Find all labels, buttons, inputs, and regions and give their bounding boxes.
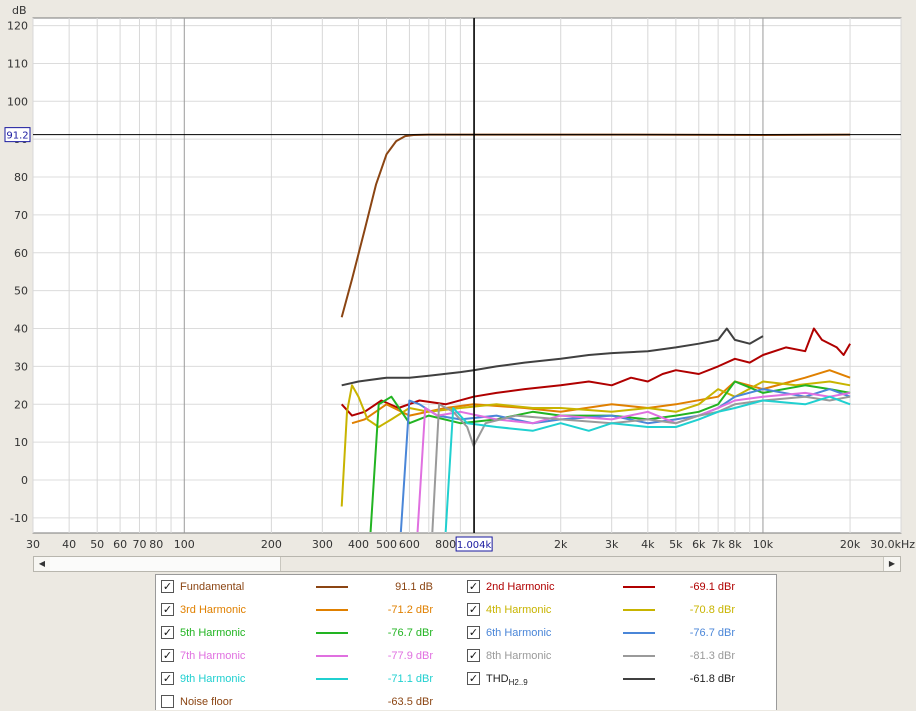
x-tick-label: 7k	[711, 538, 725, 551]
x-tick-label: 500	[376, 538, 397, 551]
legend-label: Noise floor	[180, 696, 233, 708]
x-tick-label: 60	[113, 538, 127, 551]
horizontal-scrollbar[interactable]: ◀ ▶	[33, 556, 901, 572]
x-tick-label: 5k	[669, 538, 683, 551]
legend-item-7th-harmonic[interactable]: ✓ 7th Harmonic -77.9 dBr	[161, 647, 461, 665]
legend-value: -63.5 dBr	[387, 696, 433, 708]
scroll-left-arrow-icon[interactable]: ◀	[34, 557, 51, 571]
legend-label: 3rd Harmonic	[180, 604, 247, 616]
legend-label: 5th Harmonic	[180, 627, 246, 639]
x-tick-label: 30	[26, 538, 40, 551]
scroll-thumb[interactable]	[50, 557, 281, 571]
y-axis-unit: dB	[12, 4, 27, 17]
y-tick-label: 70	[14, 209, 28, 222]
legend-value: -77.9 dBr	[387, 650, 433, 662]
legend-label: 9th Harmonic	[180, 673, 246, 685]
legend-label: THDH2..9	[486, 673, 528, 687]
distortion-chart[interactable]: -100102030405060708090100110120 30405060…	[0, 0, 916, 556]
y-tick-label: 20	[14, 398, 28, 411]
x-tick-label: 200	[261, 538, 282, 551]
x-tick-label: 10k	[753, 538, 774, 551]
y-tick-label: 50	[14, 285, 28, 298]
checkbox[interactable]: ✓	[161, 603, 174, 616]
x-tick-label: 20k	[840, 538, 861, 551]
legend-item-fundamental[interactable]: ✓ Fundamental 91.1 dB	[161, 578, 461, 596]
y-tick-label: 120	[7, 20, 28, 33]
cursor-y-readout: 91.2	[6, 131, 28, 142]
cursor-x-readout: 1.004k	[457, 540, 492, 551]
y-tick-label: -10	[10, 512, 28, 525]
legend-value: -70.8 dBr	[689, 604, 735, 616]
legend-item-thd[interactable]: ✓ THDH2..9 -61.8 dBr	[467, 670, 767, 688]
legend-value: -69.1 dBr	[689, 581, 735, 593]
x-tick-label: 600	[399, 538, 420, 551]
x-tick-label: 40	[62, 538, 76, 551]
x-tick-label: 400	[348, 538, 369, 551]
x-tick-label: 4k	[641, 538, 655, 551]
checkbox[interactable]: ✓	[467, 672, 480, 685]
x-tick-label: 6k	[692, 538, 706, 551]
x-axis-unit-label: 30.0kHz	[870, 538, 915, 551]
legend-item-9th-harmonic[interactable]: ✓ 9th Harmonic -71.1 dBr	[161, 670, 461, 688]
legend-item-5th-harmonic[interactable]: ✓ 5th Harmonic -76.7 dBr	[161, 624, 461, 642]
y-tick-label: 80	[14, 171, 28, 184]
legend-value: -81.3 dBr	[689, 650, 735, 662]
checkbox[interactable]: ✓	[161, 649, 174, 662]
checkbox[interactable]: ✓	[467, 626, 480, 639]
x-tick-label: 3k	[605, 538, 619, 551]
checkbox[interactable]: ✓	[161, 580, 174, 593]
y-tick-label: 10	[14, 436, 28, 449]
thd-subscript: H2..9	[508, 678, 528, 688]
legend-item-2nd-harmonic[interactable]: ✓ 2nd Harmonic -69.1 dBr	[467, 578, 767, 596]
y-tick-label: 60	[14, 247, 28, 260]
legend-value: -71.1 dBr	[387, 673, 433, 685]
legend-item-6th-harmonic[interactable]: ✓ 6th Harmonic -76.7 dBr	[467, 624, 767, 642]
legend-panel: ✓ Fundamental 91.1 dB ✓ 3rd Harmonic -71…	[155, 574, 777, 710]
legend-value: -76.7 dBr	[387, 627, 433, 639]
x-tick-label: 70	[132, 538, 146, 551]
thd-label: THD	[486, 673, 509, 685]
x-tick-label: 2k	[554, 538, 568, 551]
x-tick-label: 800	[435, 538, 456, 551]
y-tick-label: 0	[21, 474, 28, 487]
legend-value: -61.8 dBr	[689, 673, 735, 685]
legend-value: -71.2 dBr	[387, 604, 433, 616]
legend-label: Fundamental	[180, 581, 245, 593]
x-tick-label: 8k	[728, 538, 742, 551]
y-tick-label: 40	[14, 323, 28, 336]
x-tick-label: 300	[312, 538, 333, 551]
y-tick-label: 100	[7, 95, 28, 108]
x-tick-label: 50	[90, 538, 104, 551]
legend-label: 7th Harmonic	[180, 650, 246, 662]
x-tick-label: 80	[149, 538, 163, 551]
legend-value: 91.1 dB	[395, 581, 433, 593]
legend-label: 4th Harmonic	[486, 604, 552, 616]
x-tick-label: 100	[174, 538, 195, 551]
checkbox[interactable]: ✓	[467, 580, 480, 593]
legend-label: 2nd Harmonic	[486, 581, 555, 593]
legend-label: 6th Harmonic	[486, 627, 552, 639]
scroll-right-arrow-icon[interactable]: ▶	[883, 557, 900, 571]
y-tick-label: 30	[14, 360, 28, 373]
legend-item-noise-floor[interactable]: Noise floor -63.5 dBr	[161, 693, 461, 711]
checkbox[interactable]: ✓	[467, 603, 480, 616]
checkbox[interactable]: ✓	[161, 626, 174, 639]
checkbox[interactable]	[161, 695, 174, 708]
legend-item-4th-harmonic[interactable]: ✓ 4th Harmonic -70.8 dBr	[467, 601, 767, 619]
legend-item-8th-harmonic[interactable]: ✓ 8th Harmonic -81.3 dBr	[467, 647, 767, 665]
checkbox[interactable]: ✓	[467, 649, 480, 662]
checkbox[interactable]: ✓	[161, 672, 174, 685]
legend-label: 8th Harmonic	[486, 650, 552, 662]
y-tick-label: 110	[7, 57, 28, 70]
legend-item-3rd-harmonic[interactable]: ✓ 3rd Harmonic -71.2 dBr	[161, 601, 461, 619]
legend-value: -76.7 dBr	[689, 627, 735, 639]
